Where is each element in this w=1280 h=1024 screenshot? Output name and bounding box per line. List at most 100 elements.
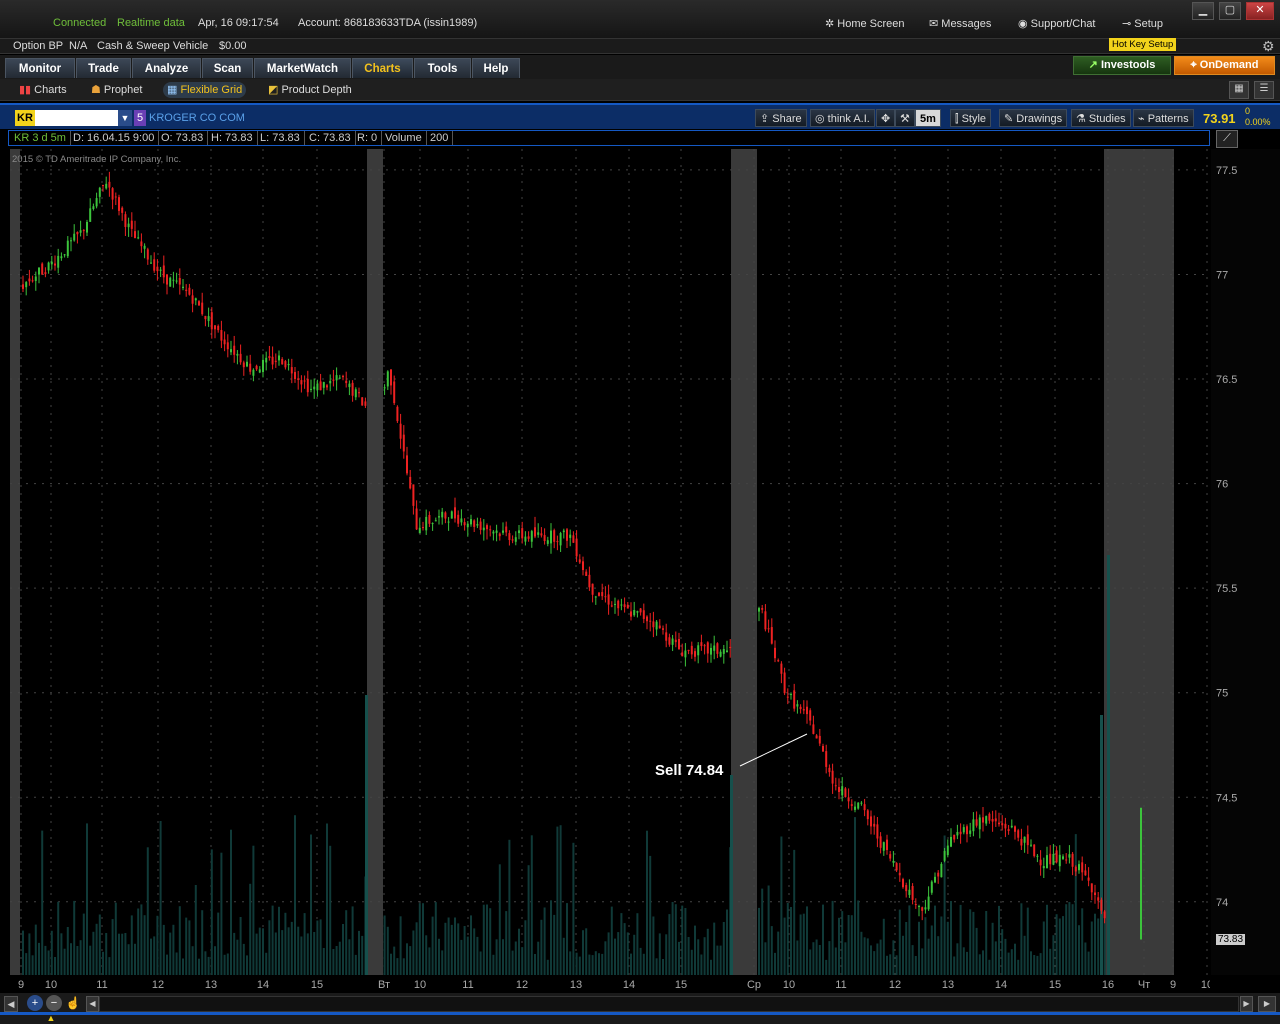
candle-body (479, 521, 482, 530)
candle-body (1084, 870, 1087, 876)
studies-button[interactable]: ⚗ Studies (1071, 109, 1131, 127)
candle-body (1087, 877, 1090, 881)
crosshair-button[interactable]: ✥ (876, 109, 896, 127)
style-button[interactable]: ⫿ Style (950, 109, 992, 127)
timeframe-button[interactable]: 5m (915, 109, 941, 127)
volume-bar (166, 954, 168, 975)
volume-bar (652, 916, 655, 975)
candle-body (1097, 897, 1100, 901)
layout-menu-button[interactable]: ☰ (1254, 81, 1274, 99)
maximize-button[interactable]: ▢ (1219, 2, 1241, 20)
volume-bar (50, 930, 53, 975)
candle-body (582, 561, 584, 571)
candle-body (946, 845, 949, 856)
candle-body (313, 386, 316, 390)
symbol-input[interactable]: KR ▼ (15, 110, 132, 126)
expand-up-icon[interactable]: ▲ (44, 1013, 58, 1023)
volume-bar (991, 922, 994, 975)
subtab-charts[interactable]: ▮▮ Charts (19, 82, 67, 98)
candle-body (959, 831, 962, 835)
gear-icon[interactable]: ⚙ (1262, 38, 1275, 55)
candle-body (217, 325, 220, 331)
cash-label: Cash & Sweep Vehicle (97, 40, 209, 52)
cash-value: $0.00 (219, 40, 247, 52)
time-tick-label: 15 (675, 979, 687, 991)
candle-body (847, 797, 850, 802)
investools-button[interactable]: ↗ Investools (1073, 56, 1171, 75)
candle-body (540, 533, 543, 536)
zoom-out-icon[interactable]: − (46, 995, 62, 1011)
volume-bar (473, 928, 476, 975)
candle-body (553, 530, 556, 542)
share-button[interactable]: ⇪ Share (755, 109, 807, 127)
time-axis[interactable]: 9 10 11 12 13 14 15 Вт 10 11 12 13 14 15 Ср 10 11 12 13 14 1… (10, 976, 1213, 992)
drawings-button[interactable]: ✎ Drawings (999, 109, 1068, 127)
price-axis[interactable]: 74 74.5 75 75.5 76 76.5 77 77.5 73.83 (1211, 149, 1280, 975)
candle-body (927, 896, 930, 910)
candle-body (418, 527, 421, 534)
tab-tools[interactable]: Tools (414, 58, 471, 78)
volume-bar (1062, 916, 1064, 975)
volume-bar (220, 852, 223, 975)
candle-body (66, 240, 69, 257)
volume-bar (815, 939, 818, 975)
volume-bar (985, 911, 988, 975)
ondemand-button[interactable]: ⌖ OnDemand (1174, 56, 1275, 75)
volume-bar (137, 908, 140, 975)
chart-mode-button[interactable]: ⟋ (1216, 130, 1238, 148)
scroll-back-button[interactable]: ◀ (86, 996, 99, 1012)
patterns-button[interactable]: ⌁ Patterns (1133, 109, 1194, 127)
hand-pan-icon[interactable]: ☝ (65, 995, 81, 1011)
tab-marketwatch[interactable]: MarketWatch (254, 58, 351, 78)
home-screen-link[interactable]: ✲ Home Screen (825, 17, 905, 30)
tab-charts[interactable]: Charts (352, 58, 413, 78)
candle-body (681, 652, 684, 657)
volume-bar (988, 959, 991, 975)
volume-bar (399, 916, 402, 975)
wrench-button[interactable]: ⚒ (895, 109, 915, 127)
candle-body (719, 651, 722, 657)
hot-key-setup-button[interactable]: Hot Key Setup (1109, 38, 1177, 51)
subtab-product-depth[interactable]: ◩ Product Depth (268, 82, 352, 98)
minimize-button[interactable]: ▁ (1192, 2, 1214, 20)
volume-bar (562, 937, 565, 975)
volume-bar (44, 945, 47, 975)
tab-scan[interactable]: Scan (202, 58, 253, 78)
volume-bar (108, 957, 111, 975)
setup-link[interactable]: ⊸ Setup (1122, 17, 1163, 30)
tab-monitor[interactable]: Monitor (5, 58, 75, 78)
volume-bar (495, 939, 498, 975)
close-button[interactable]: ✕ (1246, 2, 1274, 20)
scroll-forward-button[interactable]: ▶ (1240, 996, 1253, 1012)
subtab-prophet[interactable]: ☗ Prophet (91, 82, 142, 98)
think-ai-button[interactable]: ◎ think A.I. (810, 109, 875, 127)
volume-bar (978, 954, 981, 975)
scroll-left-button[interactable]: ◀ (4, 996, 18, 1012)
volume-bar (150, 938, 152, 975)
symbol-link-badge[interactable]: 5 (134, 110, 146, 126)
candle-body (425, 516, 428, 531)
subtab-flexible-grid[interactable]: ▦ Flexible Grid (163, 82, 247, 98)
candle-body (860, 802, 863, 804)
tab-analyze[interactable]: Analyze (132, 58, 201, 78)
time-tick-label: Чт (1138, 979, 1150, 991)
price-chart[interactable]: 2015 © TD Ameritrade IP Company, Inc. Se… (10, 149, 1210, 975)
messages-link[interactable]: ✉ Messages (929, 17, 991, 30)
support-link[interactable]: ◉ Support/Chat (1018, 17, 1096, 30)
volume-bar (582, 930, 584, 975)
horizontal-scrollbar[interactable] (99, 996, 1239, 1012)
candle-body (326, 385, 328, 388)
candle-body (825, 751, 828, 767)
candle-body (687, 649, 690, 651)
account-id[interactable]: Account: 868183633TDA (issin1989) (298, 17, 477, 29)
symbol-dropdown-icon[interactable]: ▼ (118, 110, 132, 126)
tab-trade[interactable]: Trade (76, 58, 131, 78)
volume-bar (476, 936, 479, 975)
expand-button[interactable]: ▶ (1258, 996, 1276, 1012)
tab-help[interactable]: Help (472, 58, 520, 78)
candle-body (47, 262, 50, 271)
candle-body (636, 611, 639, 613)
zoom-in-icon[interactable]: + (27, 995, 43, 1011)
layout-grid-button[interactable]: ▦ (1229, 81, 1249, 99)
volume-bar (649, 855, 652, 975)
